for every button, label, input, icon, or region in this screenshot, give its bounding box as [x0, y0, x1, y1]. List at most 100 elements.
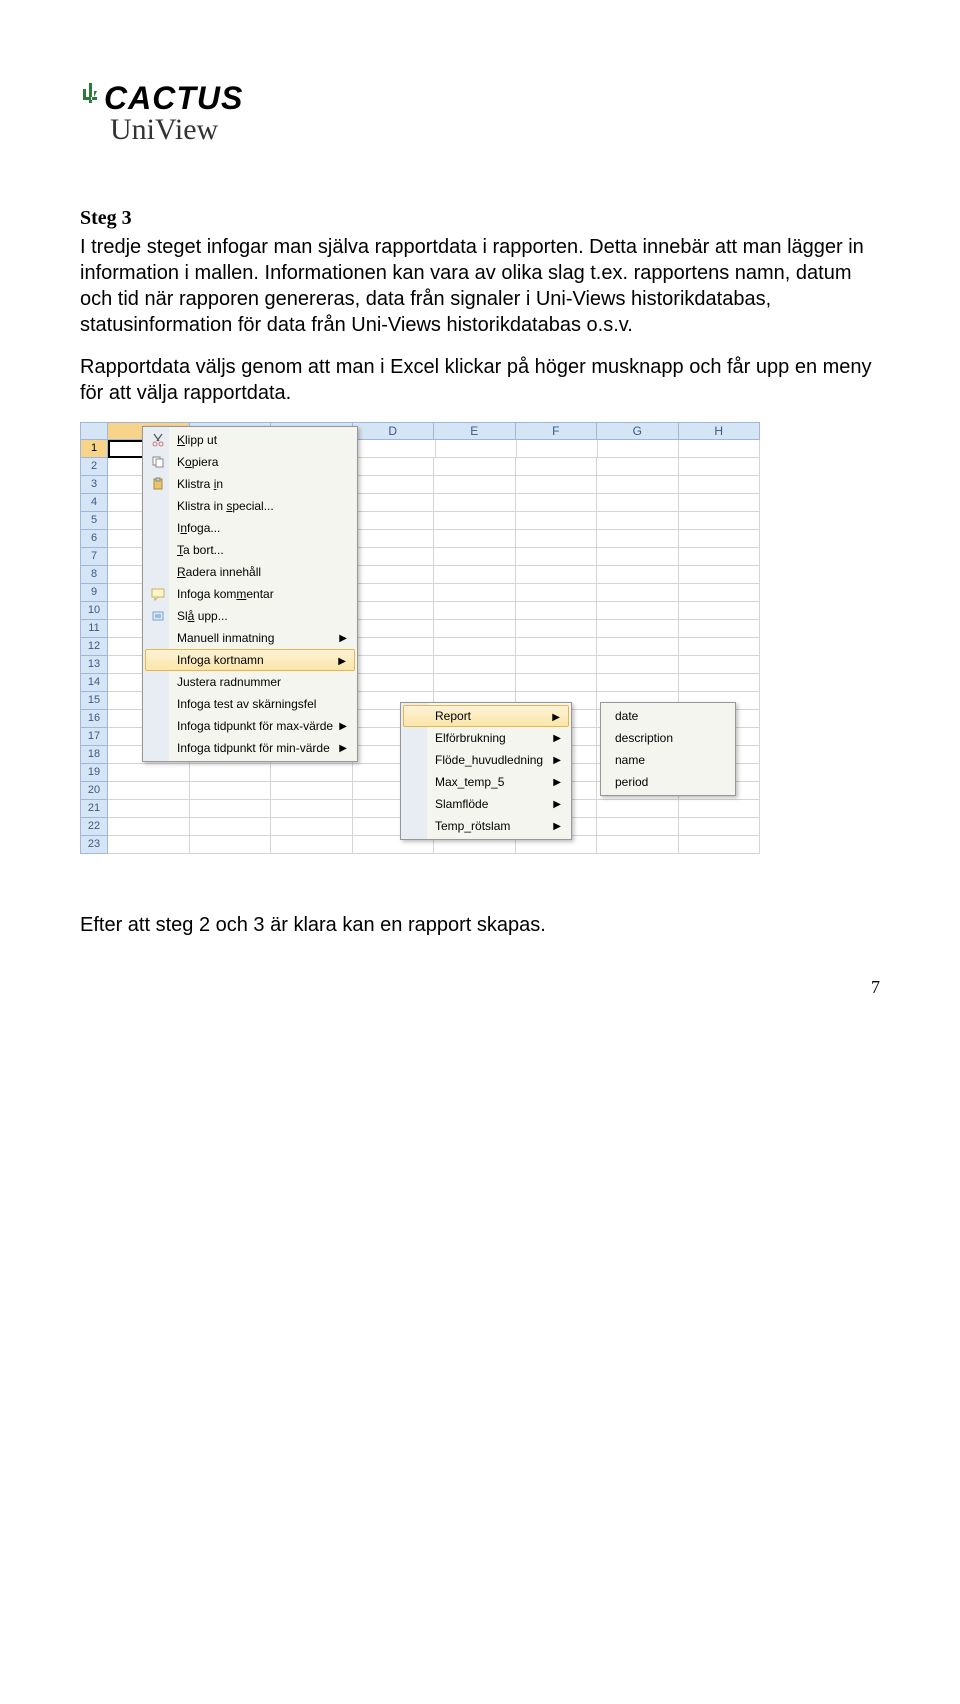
cell[interactable]: [353, 458, 435, 476]
cell[interactable]: [679, 656, 761, 674]
cell[interactable]: [679, 548, 761, 566]
cell[interactable]: [271, 800, 353, 818]
row-header[interactable]: 10: [80, 602, 108, 620]
row-header[interactable]: 6: [80, 530, 108, 548]
row-header[interactable]: 2: [80, 458, 108, 476]
cell[interactable]: [598, 440, 679, 458]
cell[interactable]: [679, 602, 761, 620]
column-header[interactable]: H: [679, 422, 761, 440]
menu-item[interactable]: Temp_rötslam▶: [403, 815, 569, 837]
menu-item[interactable]: Klistra in special...: [145, 495, 355, 517]
cell[interactable]: [517, 440, 598, 458]
cell[interactable]: [516, 602, 598, 620]
cell[interactable]: [271, 836, 353, 854]
cell[interactable]: [353, 476, 435, 494]
cell[interactable]: [597, 818, 679, 836]
cell[interactable]: [516, 548, 598, 566]
cell[interactable]: [597, 458, 679, 476]
cell[interactable]: [516, 494, 598, 512]
cell[interactable]: [679, 458, 761, 476]
cell[interactable]: [516, 656, 598, 674]
row-header[interactable]: 19: [80, 764, 108, 782]
cell[interactable]: [597, 494, 679, 512]
menu-item[interactable]: period: [603, 771, 733, 793]
cell[interactable]: [597, 530, 679, 548]
cell[interactable]: [516, 584, 598, 602]
menu-item[interactable]: Infoga...: [145, 517, 355, 539]
cell[interactable]: [679, 566, 761, 584]
cell[interactable]: [597, 548, 679, 566]
menu-item[interactable]: Klipp ut: [145, 429, 355, 451]
row-header[interactable]: 13: [80, 656, 108, 674]
row-header[interactable]: 22: [80, 818, 108, 836]
menu-item[interactable]: Slå upp...: [145, 605, 355, 627]
menu-item[interactable]: Klistra in: [145, 473, 355, 495]
cell[interactable]: [108, 764, 190, 782]
cell[interactable]: [679, 800, 761, 818]
cell[interactable]: [190, 836, 272, 854]
cell[interactable]: [434, 656, 516, 674]
select-all-corner[interactable]: [80, 422, 108, 440]
cell[interactable]: [679, 494, 761, 512]
row-header[interactable]: 16: [80, 710, 108, 728]
cell[interactable]: [108, 782, 190, 800]
row-header[interactable]: 3: [80, 476, 108, 494]
menu-item[interactable]: Infoga tidpunkt för min-värde▶: [145, 737, 355, 759]
cell[interactable]: [516, 566, 598, 584]
row-header[interactable]: 12: [80, 638, 108, 656]
cell[interactable]: [434, 584, 516, 602]
cell[interactable]: [353, 638, 435, 656]
cell[interactable]: [271, 764, 353, 782]
cell[interactable]: [190, 764, 272, 782]
cell[interactable]: [679, 440, 760, 458]
cell[interactable]: [271, 782, 353, 800]
row-header[interactable]: 18: [80, 746, 108, 764]
cell[interactable]: [108, 818, 190, 836]
menu-item[interactable]: description: [603, 727, 733, 749]
context-submenu-report[interactable]: datedescriptionnameperiod: [600, 702, 736, 796]
cell[interactable]: [597, 620, 679, 638]
cell[interactable]: [679, 584, 761, 602]
column-header[interactable]: G: [597, 422, 679, 440]
cell[interactable]: [353, 602, 435, 620]
cell[interactable]: [679, 836, 761, 854]
row-header[interactable]: 9: [80, 584, 108, 602]
menu-item[interactable]: Report▶: [403, 705, 569, 727]
cell[interactable]: [353, 620, 435, 638]
cell[interactable]: [597, 800, 679, 818]
cell[interactable]: [516, 620, 598, 638]
cell[interactable]: [679, 818, 761, 836]
cell[interactable]: [434, 566, 516, 584]
menu-item[interactable]: Infoga kommentar: [145, 583, 355, 605]
menu-item[interactable]: name: [603, 749, 733, 771]
menu-item[interactable]: Flöde_huvudledning▶: [403, 749, 569, 771]
cell[interactable]: [516, 638, 598, 656]
cell[interactable]: [354, 440, 435, 458]
menu-item[interactable]: Kopiera: [145, 451, 355, 473]
cell[interactable]: [434, 638, 516, 656]
menu-item[interactable]: Elförbrukning▶: [403, 727, 569, 749]
cell[interactable]: [516, 476, 598, 494]
row-header[interactable]: 15: [80, 692, 108, 710]
cell[interactable]: [353, 566, 435, 584]
cell[interactable]: [434, 458, 516, 476]
menu-item[interactable]: Slamflöde▶: [403, 793, 569, 815]
cell[interactable]: [434, 494, 516, 512]
cell[interactable]: [679, 638, 761, 656]
cell[interactable]: [353, 494, 435, 512]
cell[interactable]: [190, 800, 272, 818]
cell[interactable]: [597, 602, 679, 620]
cell[interactable]: [434, 530, 516, 548]
cell[interactable]: [516, 530, 598, 548]
row-header[interactable]: 21: [80, 800, 108, 818]
cell[interactable]: [597, 512, 679, 530]
menu-item[interactable]: Infoga test av skärningsfel: [145, 693, 355, 715]
row-header[interactable]: 20: [80, 782, 108, 800]
cell[interactable]: [436, 440, 517, 458]
row-header[interactable]: 11: [80, 620, 108, 638]
menu-item[interactable]: Infoga tidpunkt för max-värde▶: [145, 715, 355, 737]
menu-item[interactable]: Ta bort...: [145, 539, 355, 561]
cell[interactable]: [190, 818, 272, 836]
cell[interactable]: [353, 674, 435, 692]
cell[interactable]: [271, 818, 353, 836]
